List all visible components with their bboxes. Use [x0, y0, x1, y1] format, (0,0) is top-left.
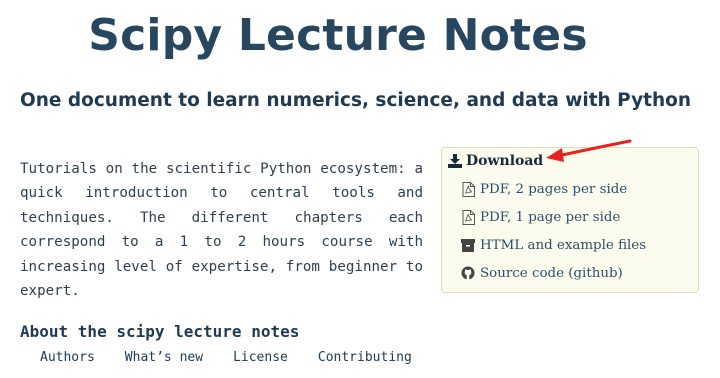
download-icon: [448, 154, 462, 168]
red-arrow-annotation: [546, 139, 632, 162]
page-subtitle: One document to learn numerics, science,…: [20, 90, 692, 111]
intro-paragraph: Tutorials on the scientific Python ecosy…: [20, 161, 423, 300]
page-title: Scipy Lecture Notes: [88, 10, 588, 61]
download-source-link[interactable]: Source code (github): [460, 265, 623, 281]
pdf-icon: [460, 209, 476, 225]
authors-link[interactable]: Authors: [40, 350, 95, 365]
about-links: Authors What’s new License Contributing: [40, 350, 442, 365]
download-heading: Download: [448, 153, 543, 169]
pdf-icon: [460, 181, 476, 197]
archive-icon: [460, 237, 476, 253]
download-item-label[interactable]: HTML and example files: [480, 238, 646, 253]
download-panel: Download PDF, 2 pages per side PDF, 1 pa…: [441, 147, 699, 293]
download-title: Download: [466, 153, 544, 169]
whats-new-link[interactable]: What’s new: [125, 350, 203, 365]
about-heading: About the scipy lecture notes: [20, 322, 300, 341]
download-item-label[interactable]: Source code (github): [480, 266, 623, 281]
download-pdf-1-page-link[interactable]: PDF, 1 page per side: [460, 209, 620, 225]
download-pdf-2-pages-link[interactable]: PDF, 2 pages per side: [460, 181, 627, 197]
download-item-label[interactable]: PDF, 2 pages per side: [480, 182, 627, 197]
github-icon: [460, 265, 476, 281]
license-link[interactable]: License: [233, 350, 288, 365]
download-item-label[interactable]: PDF, 1 page per side: [480, 210, 620, 225]
contributing-link[interactable]: Contributing: [318, 350, 412, 365]
download-html-link[interactable]: HTML and example files: [460, 237, 646, 253]
